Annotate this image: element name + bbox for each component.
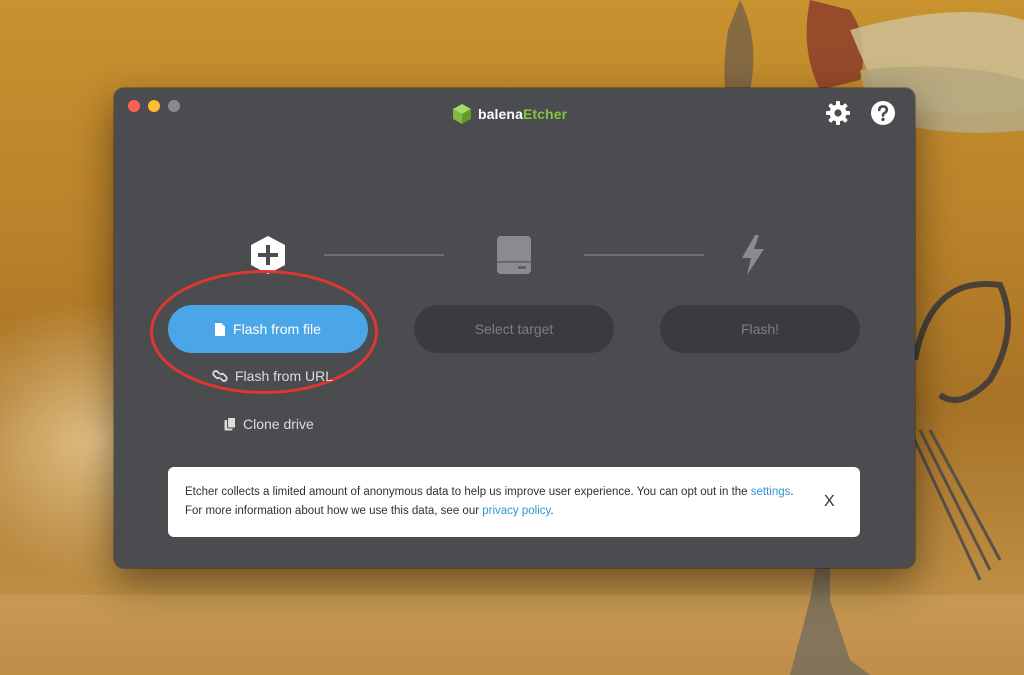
- lightning-icon: [742, 235, 764, 275]
- settings-link[interactable]: settings: [751, 486, 791, 498]
- step-connector-1: [324, 254, 444, 256]
- cube-icon: [453, 104, 471, 124]
- flash-label: Flash!: [740, 321, 780, 337]
- window-controls: [128, 100, 180, 112]
- question-icon[interactable]: [870, 100, 896, 126]
- gear-icon[interactable]: [825, 100, 851, 126]
- flash-from-url-label: Flash from URL: [235, 368, 334, 384]
- flash-from-file-button[interactable]: Flash from file: [168, 305, 368, 353]
- notice-line-1-end: .: [790, 486, 794, 498]
- notice-line-1: Etcher collects a limited amount of anon…: [185, 483, 800, 502]
- window-close-button[interactable]: [128, 100, 140, 112]
- notice-close-button[interactable]: X: [824, 492, 835, 512]
- flash-from-url-link[interactable]: Flash from URL: [212, 368, 333, 384]
- privacy-policy-link[interactable]: privacy policy: [482, 505, 550, 517]
- notice-line-1-text: Etcher collects a limited amount of anon…: [185, 486, 751, 498]
- window-maximize-button[interactable]: [168, 100, 180, 112]
- window-minimize-button[interactable]: [148, 100, 160, 112]
- select-target-label: Select target: [474, 321, 554, 337]
- notice-line-2-end: .: [550, 505, 554, 517]
- file-icon: [215, 322, 226, 336]
- brand-prefix: balena: [478, 106, 523, 122]
- step-connector-2: [584, 254, 704, 256]
- app-title: balenaEtcher: [478, 106, 567, 122]
- notice-line-2: For more information about how we use th…: [185, 502, 800, 521]
- clone-drive-link[interactable]: Clone drive: [224, 416, 314, 432]
- notice-line-2-text: For more information about how we use th…: [185, 505, 483, 517]
- plus-hexagon-icon: [251, 236, 285, 274]
- select-target-button[interactable]: Select target: [414, 305, 614, 353]
- drive-icon: [497, 236, 531, 274]
- link-icon: [212, 370, 228, 382]
- app-brand: balenaEtcher: [452, 103, 567, 125]
- copy-icon: [224, 417, 236, 431]
- brand-suffix: Etcher: [522, 106, 568, 122]
- etcher-window: balenaEtcher Flash from file Select targ…: [114, 88, 915, 568]
- clone-drive-label: Clone drive: [243, 416, 314, 432]
- flash-button[interactable]: Flash!: [660, 305, 860, 353]
- analytics-notice: Etcher collects a limited amount of anon…: [168, 467, 860, 537]
- flash-from-file-label: Flash from file: [233, 321, 321, 337]
